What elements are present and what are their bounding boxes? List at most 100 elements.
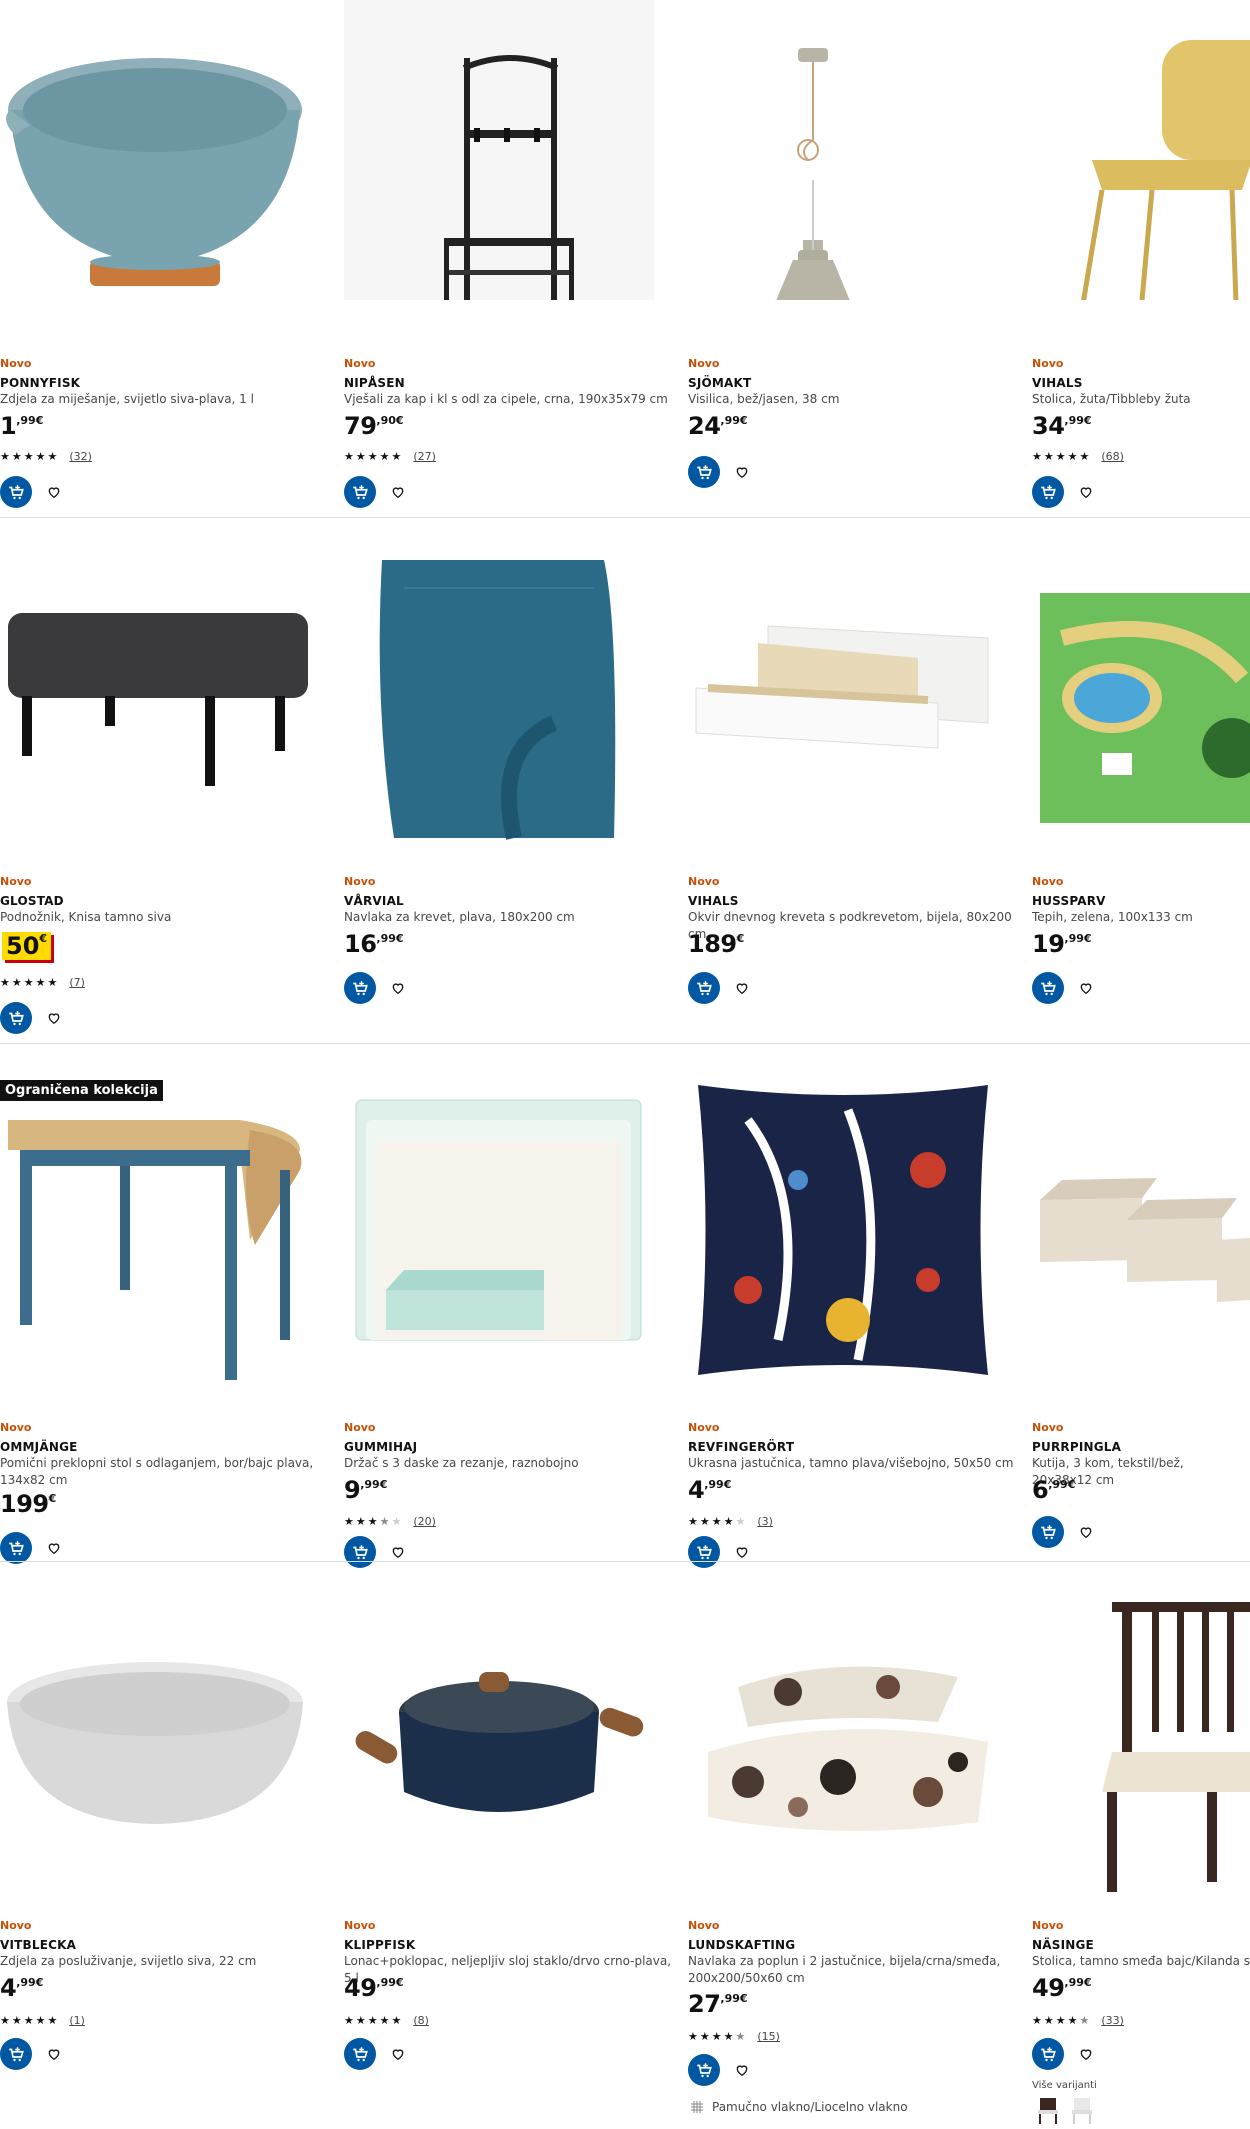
product-name[interactable]: VIHALS [688,894,739,908]
favourite-button[interactable] [38,476,70,508]
product-row-4: Novo VITBLECKA Zdjela za posluživanje, s… [0,1562,1250,2129]
favourite-button[interactable] [726,2054,758,2086]
review-count[interactable]: (8) [413,2014,429,2027]
heart-icon [1080,2049,1092,2061]
add-to-cart-button[interactable] [688,2054,720,2086]
product-name[interactable]: GLOSTAD [0,894,64,908]
product-name[interactable]: HUSSPARV [1032,894,1106,908]
add-to-cart-button[interactable] [1032,1516,1064,1548]
heart-icon [392,487,404,499]
review-count[interactable]: (32) [69,450,92,463]
product-description: Navlaka za poplun i 2 jastučnice, bijela… [688,1954,1001,1985]
product-name[interactable]: PONNYFISK [0,376,80,390]
review-count[interactable]: (20) [413,1515,436,1528]
product-name[interactable]: OMMJÄNGE [0,1440,78,1454]
limited-collection-badge: Ograničena kolekcija [0,1080,163,1101]
product-image[interactable] [344,548,654,848]
rating[interactable]: ★★★★★ (8) [344,2014,429,2027]
product-name[interactable]: VÅRVIAL [344,894,404,908]
material-info: Pamučno vlakno/Liocelno vlakno [690,2100,908,2114]
add-to-cart-button[interactable] [0,476,32,508]
product-price: 1,99€ [0,412,44,440]
product-image[interactable] [344,1592,654,1892]
variant-thumb-light[interactable] [1070,2096,1094,2124]
favourite-button[interactable] [38,2038,70,2070]
product-price: 49,99€ [1032,1974,1092,2002]
favourite-button[interactable] [1070,476,1102,508]
review-count[interactable]: (1) [69,2014,85,2027]
product-name[interactable]: KLIPPFISK [344,1938,415,1952]
product-name[interactable]: SJÖMAKT [688,376,751,390]
product-image[interactable] [1032,1592,1250,1892]
product-row-2: Novo GLOSTAD Podnožnik, Knisa tamno siva… [0,518,1250,1043]
review-count[interactable]: (68) [1101,450,1124,463]
product-image[interactable] [688,1592,998,1892]
rating[interactable]: ★★★★★ (33) [1032,2014,1124,2027]
product-name[interactable]: VIHALS [1032,376,1083,390]
heart-icon [48,487,60,499]
favourite-button[interactable] [382,972,414,1004]
heart-icon [48,2049,60,2061]
heart-icon [736,2065,748,2077]
favourite-button[interactable] [38,1532,70,1564]
favourite-button[interactable] [382,476,414,508]
product-name[interactable]: VITBLECKA [0,1938,76,1952]
rating[interactable]: ★★★★★ (15) [688,2030,780,2043]
favourite-button[interactable] [1070,972,1102,1004]
product-price-highlight: 50€ [2,932,52,960]
add-to-cart-button[interactable] [1032,2038,1064,2070]
product-image[interactable] [688,0,998,300]
product-name[interactable]: NIPÅSEN [344,376,405,390]
rating[interactable]: ★★★★★ (32) [0,450,92,463]
rating[interactable]: ★★★★★ (1) [0,2014,85,2027]
product-image[interactable] [0,1080,310,1380]
favourite-button[interactable] [382,2038,414,2070]
add-to-cart-button[interactable] [344,2038,376,2070]
favourite-button[interactable] [38,1002,70,1034]
product-image[interactable] [688,1080,998,1380]
add-to-cart-button[interactable] [344,476,376,508]
rating[interactable]: ★★★★★ (7) [0,976,85,989]
add-to-cart-button[interactable] [0,2038,32,2070]
variant-thumb-dark[interactable] [1036,2096,1060,2124]
add-to-cart-button[interactable] [344,972,376,1004]
product-price: 189€ [688,930,745,958]
rating-stars: ★★★★★ [688,1515,748,1528]
add-to-cart-button[interactable] [1032,972,1064,1004]
review-count[interactable]: (33) [1101,2014,1124,2027]
product-image[interactable] [688,548,998,848]
add-to-cart-button[interactable] [0,1002,32,1034]
product-name[interactable]: LUNDSKAFTING [688,1938,795,1952]
review-count[interactable]: (15) [757,2030,780,2043]
rating[interactable]: ★★★★★ (3) [688,1515,773,1528]
add-to-cart-button[interactable] [688,456,720,488]
favourite-button[interactable] [726,456,758,488]
product-image[interactable] [0,0,310,300]
product-name[interactable]: PURRPINGLA [1032,1440,1121,1454]
favourite-button[interactable] [1070,2038,1102,2070]
review-count[interactable]: (27) [413,450,436,463]
rating[interactable]: ★★★★★ (20) [344,1515,436,1528]
product-name[interactable]: NÄSINGE [1032,1938,1094,1952]
review-count[interactable]: (3) [757,1515,773,1528]
product-image[interactable] [344,0,654,300]
product-image[interactable] [1032,548,1250,848]
product-image[interactable] [344,1080,654,1380]
product-name[interactable]: GUMMIHAJ [344,1440,417,1454]
review-count[interactable]: (7) [69,976,85,989]
favourite-button[interactable] [726,972,758,1004]
more-variants-label[interactable]: Više varijanti [1032,2080,1097,2091]
heart-icon [392,2049,404,2061]
add-to-cart-button[interactable] [1032,476,1064,508]
rating[interactable]: ★★★★★ (68) [1032,450,1124,463]
add-to-cart-button[interactable] [688,972,720,1004]
product-image[interactable] [0,1592,310,1892]
product-image[interactable] [1032,1080,1250,1380]
product-image[interactable] [1032,0,1250,300]
product-image[interactable] [0,548,310,848]
product-description: Navlaka za krevet, plava, 180x200 cm [344,910,575,924]
product-name[interactable]: REVFINGERÖRT [688,1440,794,1454]
favourite-button[interactable] [1070,1516,1102,1548]
rating[interactable]: ★★★★★ (27) [344,450,436,463]
add-to-cart-button[interactable] [0,1532,32,1564]
